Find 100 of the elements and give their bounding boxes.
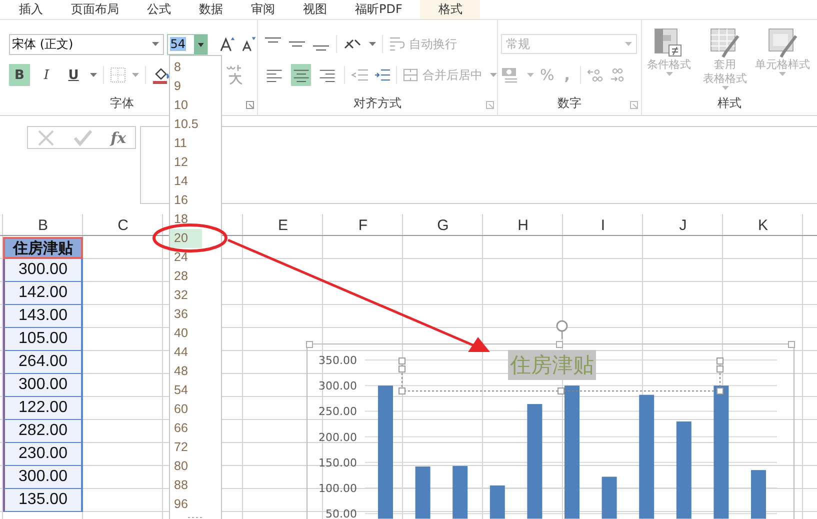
ribbon-tab[interactable]: 公式	[133, 0, 185, 19]
font-size-option[interactable]: 9	[170, 77, 202, 96]
font-size-option[interactable]: 14	[170, 172, 202, 191]
table-cell: 300.00	[3, 259, 83, 282]
axis-tick-label: 350.00	[318, 354, 357, 368]
font-size-option[interactable]: 11	[170, 134, 202, 153]
table-header-cell: 住房津贴	[3, 237, 83, 259]
font-size-option[interactable]: 60	[170, 400, 202, 419]
font-size-option[interactable]: 12	[170, 153, 202, 172]
table-cell: 105.00	[3, 328, 83, 351]
font-size-option[interactable]: 28	[170, 267, 202, 286]
font-name-dropdown[interactable]: 宋体 (正文)	[9, 34, 164, 54]
column-header[interactable]: E	[243, 214, 323, 236]
dialog-launcher-icon[interactable]	[486, 101, 494, 109]
font-size-option[interactable]: 36	[170, 305, 202, 324]
decrease-decimal-icon[interactable]	[608, 68, 625, 82]
format-button[interactable]: U	[63, 64, 84, 86]
cancel-icon[interactable]	[36, 128, 55, 146]
decrease-indent-icon[interactable]	[350, 68, 368, 82]
chart-bar[interactable]	[490, 486, 505, 519]
table-cell: 230.00	[3, 443, 83, 466]
font-size-option[interactable]: 44	[170, 343, 202, 362]
axis-tick-label: 50.00	[326, 508, 357, 519]
ribbon-tab[interactable]: 数据	[185, 0, 237, 19]
column-header[interactable]: G	[403, 214, 483, 236]
table-cell: 300.00	[3, 374, 83, 397]
font-size-field[interactable]: 54	[167, 34, 194, 54]
column-header[interactable]: K	[723, 214, 803, 236]
font-size-option[interactable]: 16	[170, 191, 202, 210]
caret-icon	[779, 72, 786, 76]
increase-decimal-icon[interactable]	[586, 68, 603, 82]
axis-tick-label: 300.00	[318, 380, 357, 393]
table-cell: 282.00	[3, 420, 83, 443]
column-header[interactable]: C	[83, 214, 163, 236]
merge-cells-icon[interactable]	[403, 67, 418, 83]
chart-bar[interactable]	[602, 477, 617, 519]
chart-bar[interactable]	[452, 466, 468, 519]
table-cell: 122.00	[3, 397, 83, 420]
ribbon-tab[interactable]: 福昕PDF	[341, 0, 416, 19]
check-icon[interactable]	[72, 128, 93, 146]
column-header[interactable]: H	[483, 214, 563, 236]
ribbon-tab[interactable]: 审阅	[237, 0, 289, 19]
axis-tick-label: 100.00	[318, 482, 357, 496]
grow-font-icon[interactable]	[220, 36, 236, 52]
chart-bar[interactable]	[527, 404, 542, 519]
column-header[interactable]: F	[323, 214, 403, 236]
chart-bar[interactable]	[676, 422, 692, 519]
axis-tick-label: 200.00	[318, 431, 357, 444]
caret-icon	[666, 72, 672, 76]
column-header[interactable]: B	[3, 214, 83, 236]
font-size-option[interactable]: 72	[170, 438, 202, 457]
font-size-option[interactable]: 32	[170, 286, 202, 305]
font-size-option[interactable]: 20	[170, 229, 202, 248]
increase-indent-icon[interactable]	[374, 68, 390, 82]
font-size-option[interactable]: 8	[170, 58, 202, 77]
insert-function-button[interactable]: fx	[110, 128, 126, 146]
caret-icon	[152, 42, 160, 46]
font-size-option[interactable]: 54	[170, 381, 202, 400]
dropdown-caret-icon[interactable]	[194, 34, 208, 54]
table-cell: 300.00	[3, 466, 83, 489]
border-icon[interactable]	[110, 67, 126, 83]
column-header[interactable]: I	[563, 214, 643, 236]
axis-tick-label: 150.00	[318, 456, 357, 470]
caret-icon	[625, 42, 632, 46]
ribbon-tab[interactable]: 页面布局	[57, 0, 133, 19]
dialog-launcher-icon[interactable]	[630, 101, 638, 109]
chart-bar[interactable]	[415, 466, 430, 519]
caret-icon	[722, 86, 728, 90]
table-cell: 143.00	[3, 305, 83, 328]
font-size-option[interactable]: 96	[170, 495, 202, 514]
chart-bar[interactable]	[751, 470, 766, 519]
font-size-option[interactable]: 10.5	[170, 115, 202, 134]
font-size-option[interactable]: 24	[170, 248, 202, 267]
font-size-option[interactable]: 48	[170, 362, 202, 381]
align-button[interactable]	[290, 64, 312, 86]
shrink-font-icon[interactable]	[241, 36, 257, 52]
column-header[interactable]: J	[643, 214, 723, 236]
chart-bar[interactable]	[714, 386, 729, 519]
wrap-text-icon[interactable]	[389, 36, 405, 52]
rotate-handle-icon[interactable]	[555, 319, 569, 340]
font-size-option[interactable]: 66	[170, 419, 202, 438]
font-size-option[interactable]: 40	[170, 324, 202, 343]
table-cell: 142.00	[3, 282, 83, 305]
ribbon-tab[interactable]: 格式	[420, 0, 480, 19]
format-button[interactable]: I	[36, 64, 57, 86]
table-brush-icon	[768, 28, 798, 58]
chart-bar[interactable]	[639, 395, 654, 519]
dialog-launcher-icon[interactable]	[246, 101, 254, 109]
format-button[interactable]: B	[9, 64, 30, 86]
font-size-option[interactable]: 80	[170, 457, 202, 476]
ribbon-tab[interactable]: 视图	[289, 0, 341, 19]
font-size-option[interactable]: 18	[170, 210, 202, 229]
font-size-option[interactable]: 10	[170, 96, 202, 115]
group-label: 字体	[110, 95, 134, 112]
ribbon-tab[interactable]: 插入	[5, 0, 57, 19]
group-label: 数字	[558, 95, 582, 112]
group-label: 对齐方式	[354, 95, 402, 112]
font-size-option[interactable]: 88	[170, 476, 202, 495]
table-brush-icon	[710, 28, 740, 58]
resize-grip-icon[interactable]	[186, 516, 204, 519]
